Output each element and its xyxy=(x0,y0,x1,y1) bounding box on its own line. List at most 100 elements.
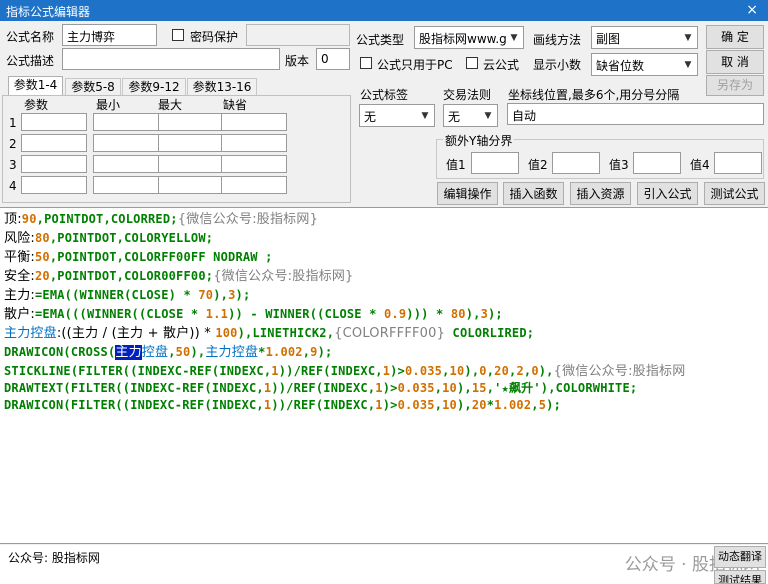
param-3-name[interactable] xyxy=(21,155,87,173)
param-header-min: 最小 xyxy=(96,98,121,112)
param-2-min[interactable] xyxy=(93,134,159,152)
tab-params-1-4[interactable]: 参数1-4 xyxy=(8,76,63,97)
param-2-name[interactable] xyxy=(21,134,87,152)
extra-y-group: 额外Y轴分界 值1 值2 值3 值4 xyxy=(436,132,764,179)
tag-value: 无 xyxy=(364,110,377,124)
coord-label: 坐标线位置,最多6个,用分号分隔 xyxy=(508,88,680,102)
param-4-min[interactable] xyxy=(93,176,159,194)
param-4-name[interactable] xyxy=(21,176,87,194)
draw-method-label: 画线方法 xyxy=(533,33,582,47)
ok-button[interactable]: 确 定 xyxy=(706,25,764,49)
version-input[interactable]: 0 xyxy=(316,48,350,70)
decimals-select[interactable]: 缺省位数 ▼ xyxy=(591,53,698,76)
param-row-4-label: 4 xyxy=(9,179,17,193)
cancel-button[interactable]: 取 消 xyxy=(706,50,764,74)
y-value-4-label: 值4 xyxy=(690,158,710,172)
chevron-down-icon: ▼ xyxy=(684,33,692,43)
param-row-3-label: 3 xyxy=(9,158,17,172)
status-bar: 公众号: 股指标网 公众号 · 股指标网 xyxy=(0,545,768,584)
password-input[interactable] xyxy=(246,24,350,46)
import-formula-button[interactable]: 引入公式 xyxy=(637,182,698,205)
draw-method-select[interactable]: 副图 ▼ xyxy=(591,26,698,49)
trade-label: 交易法则 xyxy=(443,88,492,102)
tab-params-5-8[interactable]: 参数5-8 xyxy=(65,78,121,96)
window-title: 指标公式编辑器 xyxy=(6,5,91,19)
name-input[interactable]: 主力博弈 xyxy=(62,24,157,46)
draw-method-value: 副图 xyxy=(596,32,621,46)
tag-label: 公式标签 xyxy=(360,88,409,102)
param-3-min[interactable] xyxy=(93,155,159,173)
edit-operation-button[interactable]: 编辑操作 xyxy=(437,182,498,205)
cloud-label: 云公式 xyxy=(483,58,520,72)
save-as-button[interactable]: 另存为 xyxy=(706,75,764,96)
y-value-3-input[interactable] xyxy=(633,152,681,174)
type-value: 股指标网www.g xyxy=(419,32,507,46)
param-header-max: 最大 xyxy=(158,98,183,112)
test-result-button[interactable]: 测试结果 xyxy=(714,570,766,584)
chevron-down-icon: ▼ xyxy=(484,111,492,121)
extra-y-label: 额外Y轴分界 xyxy=(443,132,515,149)
chevron-down-icon: ▼ xyxy=(421,111,429,121)
code-line: DRAWTEXT(FILTER((INDEXC-REF(INDEXC,1))/R… xyxy=(4,381,638,395)
decimals-value: 缺省位数 xyxy=(596,59,645,73)
code-line: 顶:90,POINTDOT,COLORRED;{微信公众号:股指标网} xyxy=(4,212,319,227)
tag-select[interactable]: 无 ▼ xyxy=(359,104,435,127)
param-3-max[interactable] xyxy=(158,155,224,173)
param-1-name[interactable] xyxy=(21,113,87,131)
code-line: 风险:80,POINTDOT,COLORYELLOW; xyxy=(4,231,214,246)
insert-resource-button[interactable]: 插入资源 xyxy=(570,182,631,205)
code-line: STICKLINE(FILTER((INDEXC-REF(INDEXC,1))/… xyxy=(4,364,686,379)
code-line: DRAWICON(FILTER((INDEXC-REF(INDEXC,1))/R… xyxy=(4,398,561,412)
coord-input[interactable]: 自动 xyxy=(507,103,764,125)
param-header-name: 参数 xyxy=(24,98,49,112)
code-editor[interactable]: 顶:90,POINTDOT,COLORRED;{微信公众号:股指标网} 风险:8… xyxy=(0,207,768,544)
param-1-default[interactable] xyxy=(221,113,287,131)
desc-label: 公式描述 xyxy=(6,54,55,68)
param-2-max[interactable] xyxy=(158,134,224,152)
y-value-3-label: 值3 xyxy=(609,158,629,172)
chevron-down-icon: ▼ xyxy=(684,60,692,70)
desc-input[interactable] xyxy=(62,48,280,70)
code-line: 主力:=EMA((WINNER(CLOSE) * 70),3); xyxy=(4,288,251,303)
insert-function-button[interactable]: 插入函数 xyxy=(503,182,564,205)
version-label: 版本 xyxy=(285,54,310,68)
param-3-default[interactable] xyxy=(221,155,287,173)
decimals-label: 显示小数 xyxy=(533,58,582,72)
param-row-1-label: 1 xyxy=(9,116,17,130)
name-label: 公式名称 xyxy=(6,30,55,44)
y-value-1-input[interactable] xyxy=(471,152,519,174)
type-select[interactable]: 股指标网www.g ▼ xyxy=(414,26,524,49)
param-row-2-label: 2 xyxy=(9,137,17,151)
password-label: 密码保护 xyxy=(190,30,239,44)
params-panel: 参数 最小 最大 缺省 1 2 3 4 xyxy=(2,95,351,203)
test-formula-button[interactable]: 测试公式 xyxy=(704,182,765,205)
code-line: DRAWICON(CROSS(主力控盘,50),主力控盘*1.002,9); xyxy=(4,345,333,360)
dynamic-translate-button[interactable]: 动态翻译 xyxy=(714,546,766,568)
y-value-1-label: 值1 xyxy=(446,158,466,172)
close-icon[interactable]: × xyxy=(746,1,758,19)
type-label: 公式类型 xyxy=(356,33,405,47)
chevron-down-icon: ▼ xyxy=(510,33,518,43)
param-1-min[interactable] xyxy=(93,113,159,131)
status-text: 公众号: 股指标网 xyxy=(8,551,100,565)
y-value-2-label: 值2 xyxy=(528,158,548,172)
pc-only-label: 公式只用于PC xyxy=(377,58,453,72)
y-value-4-input[interactable] xyxy=(714,152,762,174)
param-4-max[interactable] xyxy=(158,176,224,194)
trade-value: 无 xyxy=(448,110,461,124)
tab-params-13-16[interactable]: 参数13-16 xyxy=(187,78,257,96)
selected-text: 主力 xyxy=(115,345,142,360)
code-line: 散户:=EMA(((WINNER((CLOSE * 1.1)) - WINNER… xyxy=(4,307,503,322)
param-2-default[interactable] xyxy=(221,134,287,152)
pc-only-checkbox[interactable] xyxy=(360,57,372,69)
cloud-checkbox[interactable] xyxy=(466,57,478,69)
y-value-2-input[interactable] xyxy=(552,152,600,174)
trade-select[interactable]: 无 ▼ xyxy=(443,104,498,127)
password-checkbox[interactable] xyxy=(172,29,184,41)
title-bar: 指标公式编辑器 × xyxy=(0,0,768,21)
param-header-default: 缺省 xyxy=(223,98,248,112)
param-4-default[interactable] xyxy=(221,176,287,194)
code-line: 安全:20,POINTDOT,COLOR00FF00;{微信公众号:股指标网} xyxy=(4,269,354,284)
tab-params-9-12[interactable]: 参数9-12 xyxy=(122,78,186,96)
param-1-max[interactable] xyxy=(158,113,224,131)
